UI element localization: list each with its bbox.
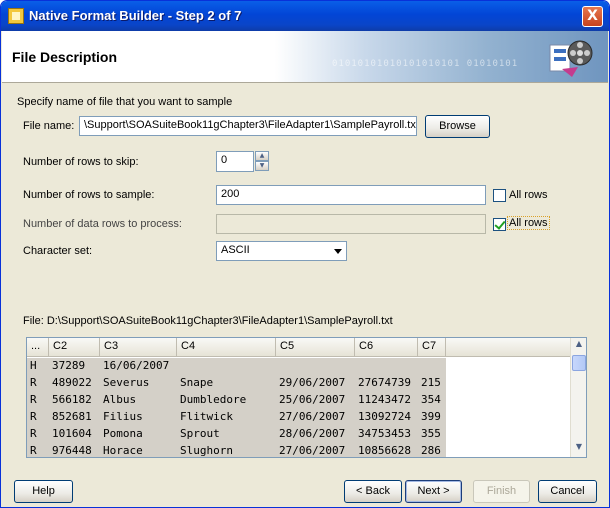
grid-column-header[interactable]: ...: [27, 338, 49, 357]
table-cell: R: [27, 409, 49, 426]
grid-column-header[interactable]: C4: [177, 338, 276, 357]
file-name-field[interactable]: \Support\SOASuiteBook11gChapter3\FileAda…: [79, 116, 417, 136]
file-path-text: File: D:\Support\SOASuiteBook11gChapter3…: [23, 315, 393, 327]
table-cell: 566182: [49, 392, 100, 409]
film-reel-icon: [549, 40, 593, 77]
charset-label: Character set:: [23, 245, 93, 257]
table-cell: Flitwick: [177, 409, 276, 426]
table-cell: 16/06/2007: [100, 358, 177, 375]
page-title: File Description: [12, 49, 118, 65]
intro-text: Specify name of file that you want to sa…: [17, 96, 233, 108]
file-name-label: File name:: [23, 120, 75, 132]
title-bar[interactable]: Native Format Builder - Step 2 of 7 X: [1, 1, 609, 31]
table-row[interactable]: R 101604 Pomona Sprout 28/06/2007 34753453 355: [27, 426, 446, 443]
scroll-thumb[interactable]: [572, 355, 586, 371]
finish-button: Finish: [473, 480, 530, 503]
table-cell: Filius: [100, 409, 177, 426]
table-cell: Albus: [100, 392, 177, 409]
table-cell: Horace: [100, 443, 177, 457]
table-cell: Severus: [100, 375, 177, 392]
table-cell: Pomona: [100, 426, 177, 443]
table-row[interactable]: R 852681 Filius Flitwick 27/06/2007 13092724 3…: [27, 409, 446, 426]
process-all-rows-checkbox[interactable]: [493, 218, 506, 231]
table-cell: 34753453: [355, 426, 418, 443]
table-cell: R: [27, 426, 49, 443]
table-cell: 13092724: [355, 409, 418, 426]
table-cell: [276, 358, 355, 375]
table-cell: 27/06/2007: [276, 443, 355, 457]
table-row[interactable]: R 976448 Horace Slughorn 27/06/2007 10856628 2…: [27, 443, 446, 457]
grid-column-header[interactable]: C6: [355, 338, 418, 357]
table-cell: 215: [418, 375, 446, 392]
grid-column-header[interactable]: C5: [276, 338, 355, 357]
table-cell: 11243472: [355, 392, 418, 409]
table-cell: 29/06/2007: [276, 375, 355, 392]
table-cell: 399: [418, 409, 446, 426]
back-button[interactable]: < Back: [344, 480, 402, 503]
table-cell: 354: [418, 392, 446, 409]
table-cell: 10856628: [355, 443, 418, 457]
close-button[interactable]: X: [582, 6, 603, 27]
table-cell: 976448: [49, 443, 100, 457]
table-cell: Dumbledore: [177, 392, 276, 409]
next-button[interactable]: Next >: [405, 480, 462, 503]
data-rows-label: Number of data rows to process:: [23, 218, 182, 230]
table-cell: R: [27, 443, 49, 457]
scroll-down-icon[interactable]: ▼: [572, 442, 586, 456]
dialog-window: Native Format Builder - Step 2 of 7 X 01…: [0, 0, 610, 508]
rows-to-skip-spinner[interactable]: ▲ ▼: [255, 151, 269, 171]
charset-select[interactable]: ASCII: [216, 241, 347, 261]
browse-button[interactable]: Browse: [425, 115, 490, 138]
spin-down-icon[interactable]: ▼: [255, 161, 269, 171]
table-cell: Sprout: [177, 426, 276, 443]
rows-to-sample-field[interactable]: 200: [216, 185, 486, 205]
sample-all-rows-checkbox[interactable]: [493, 189, 506, 202]
window-title: Native Format Builder - Step 2 of 7: [29, 8, 242, 23]
table-cell: 286: [418, 443, 446, 457]
grid-column-header[interactable]: C7: [418, 338, 446, 357]
vertical-scrollbar[interactable]: ▲ ▼: [570, 338, 586, 457]
grid-column-header[interactable]: C2: [49, 338, 100, 357]
table-cell: 25/06/2007: [276, 392, 355, 409]
table-row[interactable]: H 37289 16/06/2007: [27, 358, 446, 375]
table-cell: 852681: [49, 409, 100, 426]
table-cell: 355: [418, 426, 446, 443]
table-cell: R: [27, 375, 49, 392]
table-cell: 27/06/2007: [276, 409, 355, 426]
table-cell: 28/06/2007: [276, 426, 355, 443]
table-cell: 101604: [49, 426, 100, 443]
table-cell: 489022: [49, 375, 100, 392]
table-cell: [418, 358, 446, 375]
cancel-button[interactable]: Cancel: [538, 480, 597, 503]
wizard-header: 01010101010101010101 01010101 File Descr…: [2, 31, 608, 83]
rows-to-sample-label: Number of rows to sample:: [23, 189, 155, 201]
app-icon: [8, 8, 24, 24]
table-row[interactable]: R 566182 Albus Dumbledore 25/06/2007 11243472…: [27, 392, 446, 409]
rows-to-skip-label: Number of rows to skip:: [23, 156, 139, 168]
sample-all-rows-label[interactable]: All rows: [509, 189, 548, 201]
process-all-rows-label[interactable]: All rows: [507, 216, 550, 230]
table-cell: Snape: [177, 375, 276, 392]
table-cell: [355, 358, 418, 375]
spin-up-icon[interactable]: ▲: [255, 151, 269, 161]
grid-header: ... C2 C3 C4 C5 C6 C7: [27, 338, 571, 357]
charset-value: ASCII: [221, 244, 250, 256]
data-rows-field: [216, 214, 486, 234]
rows-to-skip-field[interactable]: 0: [216, 151, 254, 172]
table-cell: 27674739: [355, 375, 418, 392]
help-button[interactable]: Help: [14, 480, 73, 503]
binary-decoration: 01010101010101010101 01010101: [332, 59, 519, 69]
scroll-up-icon[interactable]: ▲: [572, 339, 586, 353]
table-cell: 37289: [49, 358, 100, 375]
table-cell: R: [27, 392, 49, 409]
table-cell: [177, 358, 276, 375]
chevron-down-icon: [334, 249, 342, 254]
table-row[interactable]: R 489022 Severus Snape 29/06/2007 27674739 215: [27, 375, 446, 392]
sample-data-grid[interactable]: ... C2 C3 C4 C5 C6 C7 H 37289 16/06/2007 R 4…: [26, 337, 587, 458]
table-cell: H: [27, 358, 49, 375]
grid-column-header[interactable]: C3: [100, 338, 177, 357]
table-cell: Slughorn: [177, 443, 276, 457]
